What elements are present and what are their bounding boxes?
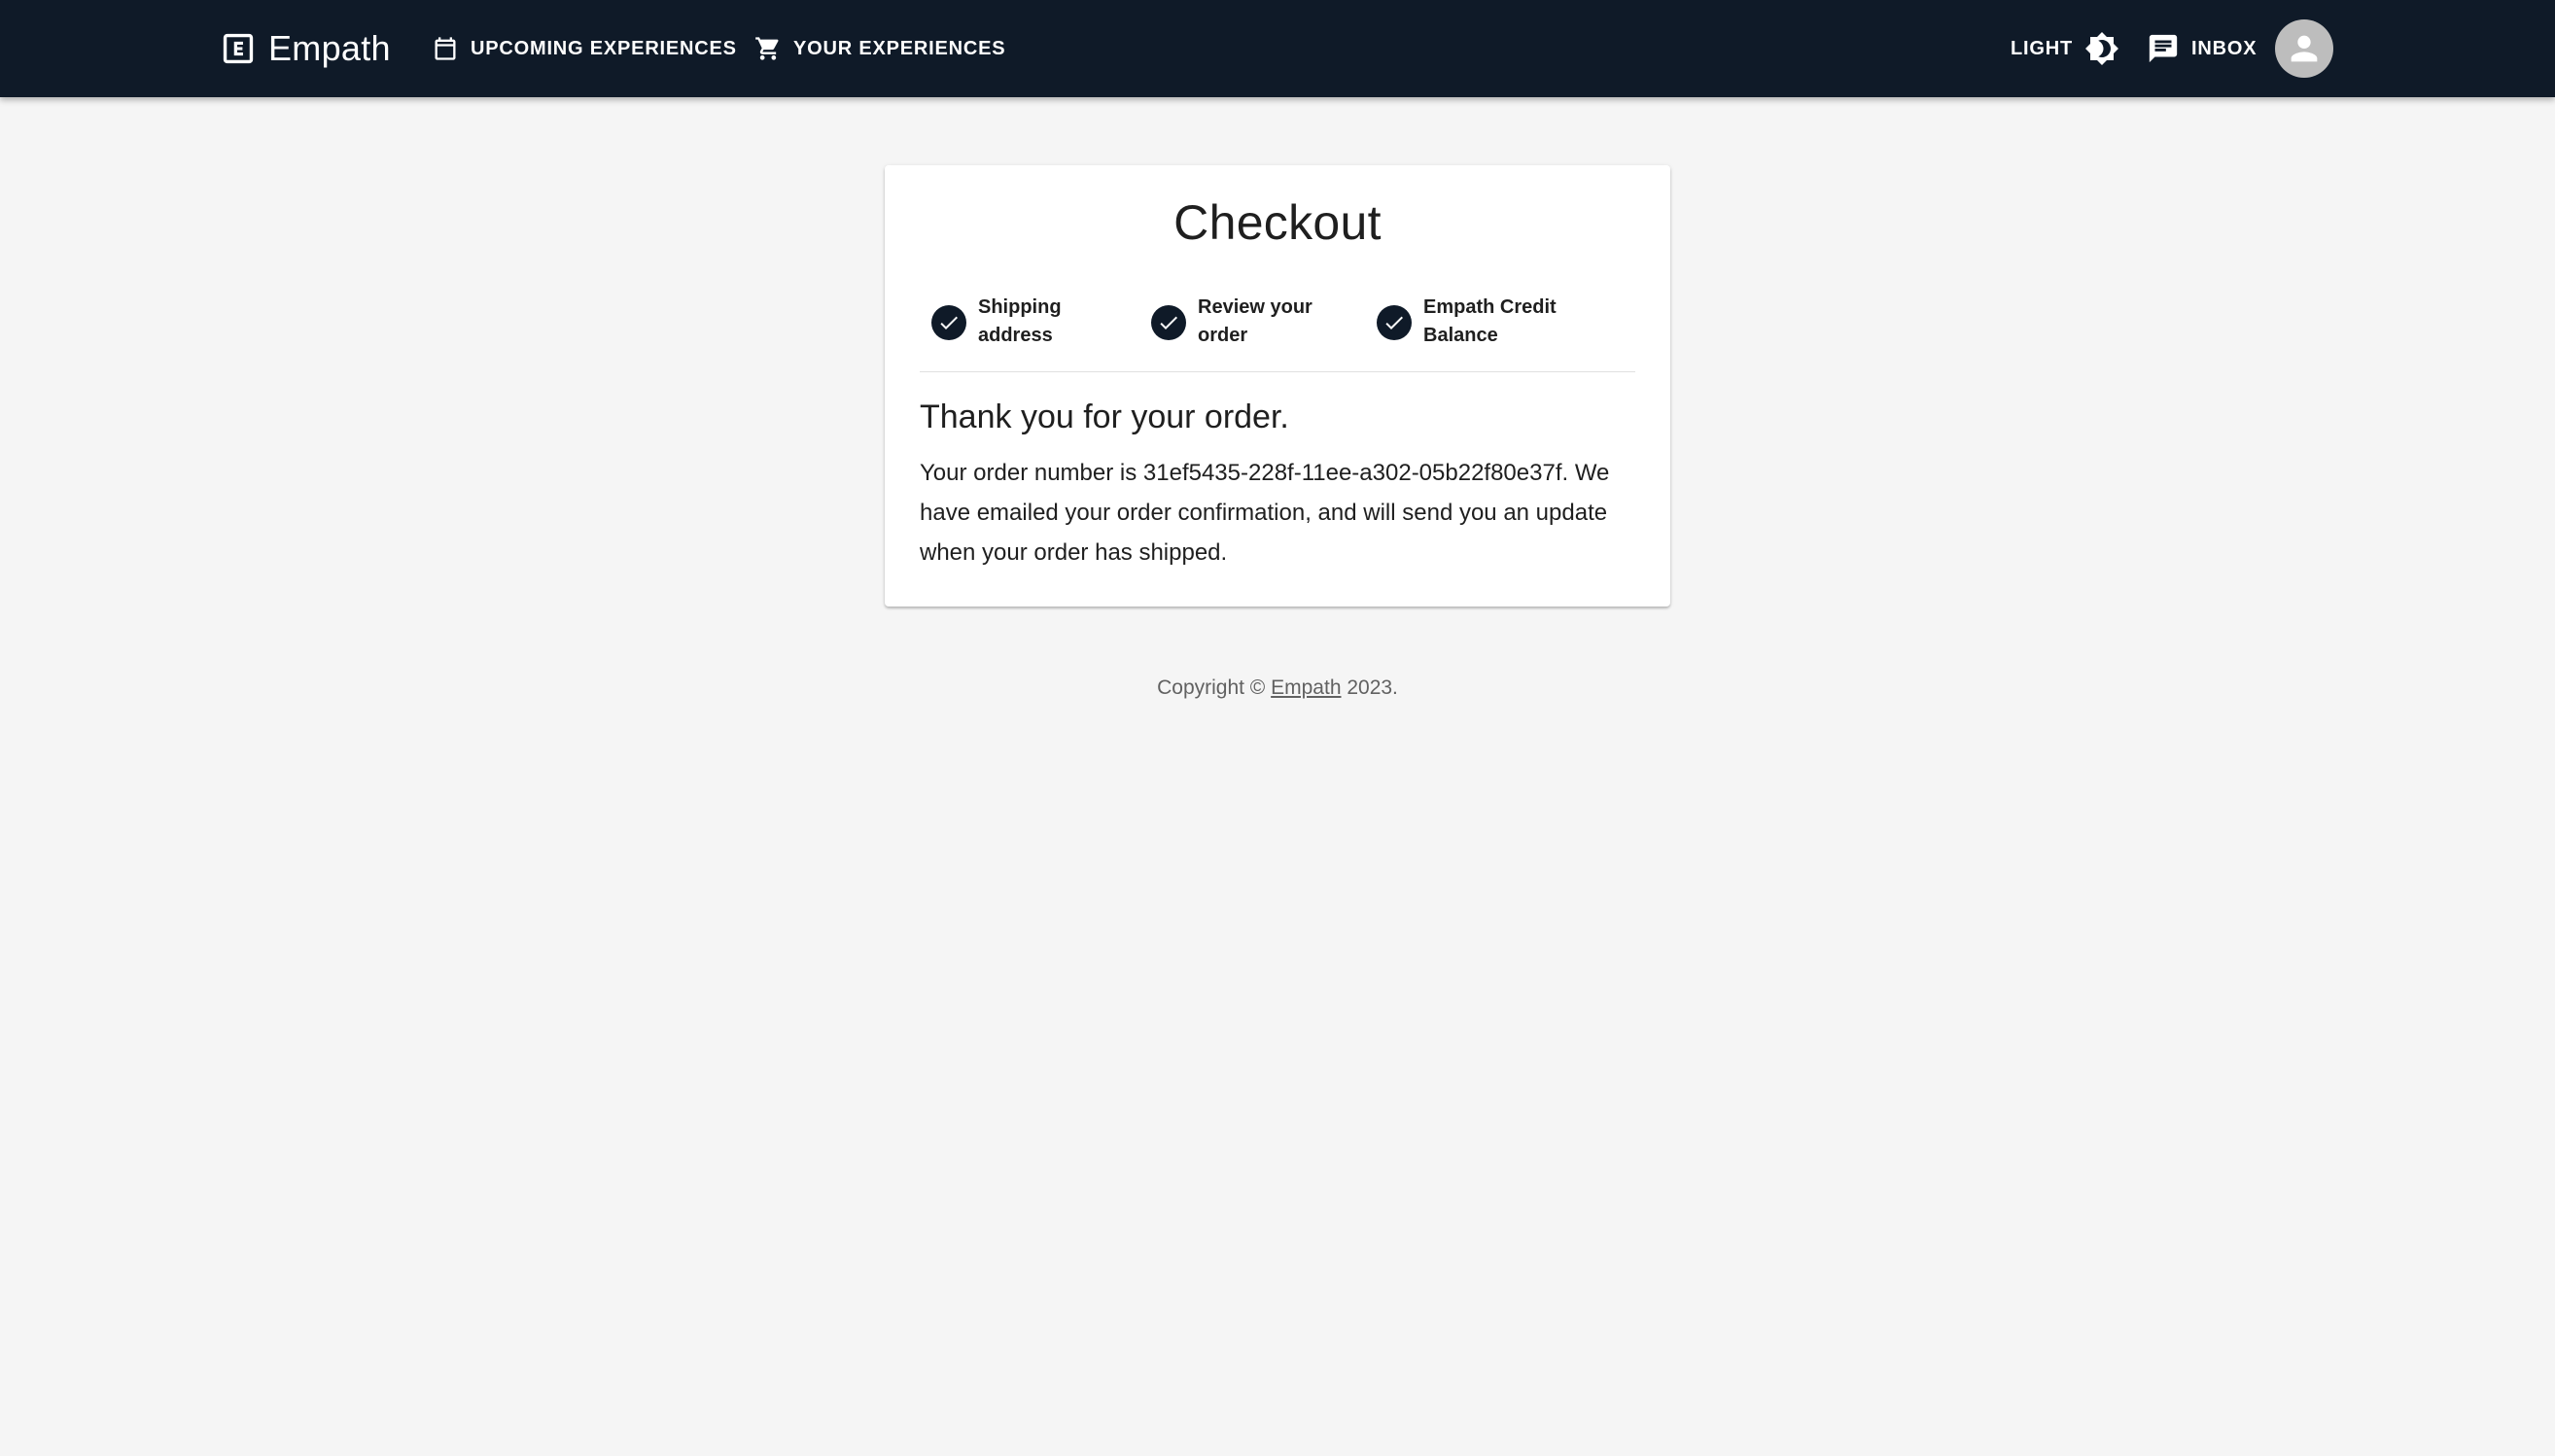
- thank-you-heading: Thank you for your order.: [920, 399, 1289, 435]
- order-confirmation-message: Your order number is 31ef5435-228f-11ee-…: [920, 460, 1610, 566]
- brightness-icon: [2084, 31, 2119, 66]
- calendar-icon: [432, 35, 459, 62]
- your-experiences-button[interactable]: YOUR EXPERIENCES: [754, 0, 1005, 97]
- stepper-step-shipping-address: Shipping address: [931, 294, 1075, 350]
- inbox-label: INBOX: [2191, 37, 2258, 59]
- brand[interactable]: Empath: [222, 0, 391, 97]
- page-title: Checkout: [1173, 195, 1382, 250]
- check-icon: [1151, 305, 1186, 340]
- step-label: Review your order: [1198, 296, 1312, 346]
- your-experiences-label: YOUR EXPERIENCES: [793, 37, 1006, 59]
- copyright-year: 2023.: [1341, 676, 1398, 699]
- upcoming-experiences-button[interactable]: UPCOMING EXPERIENCES: [432, 0, 737, 97]
- step-label: Empath Credit Balance: [1423, 296, 1557, 346]
- upcoming-experiences-label: UPCOMING EXPERIENCES: [471, 37, 737, 59]
- stepper-divider: [920, 371, 1635, 372]
- checkout-card: Checkout Shipping address Review your or…: [885, 165, 1670, 607]
- shopping-cart-icon: [754, 35, 782, 62]
- inbox-button[interactable]: INBOX: [2147, 0, 2257, 97]
- brand-name: Empath: [268, 28, 391, 68]
- chat-icon: [2147, 32, 2180, 65]
- theme-toggle-button[interactable]: LIGHT: [2011, 0, 2119, 97]
- check-icon: [1377, 305, 1412, 340]
- stepper-step-empath-credit-balance: Empath Credit Balance: [1377, 294, 1579, 350]
- step-label: Shipping address: [978, 296, 1062, 346]
- copyright-prefix: Copyright ©: [1157, 676, 1272, 699]
- user-avatar-button[interactable]: [2275, 19, 2333, 78]
- check-icon: [931, 305, 966, 340]
- footer-copyright: Copyright © Empath 2023.: [0, 676, 2555, 700]
- person-icon: [2285, 29, 2324, 68]
- theme-label: LIGHT: [2011, 37, 2073, 59]
- empath-logo-icon: [222, 32, 255, 65]
- app-bar: Empath UPCOMING EXPERIENCES YOUR EXPERIE…: [0, 0, 2555, 97]
- stepper-step-review-order: Review your order: [1151, 294, 1324, 350]
- empath-link[interactable]: Empath: [1271, 676, 1341, 699]
